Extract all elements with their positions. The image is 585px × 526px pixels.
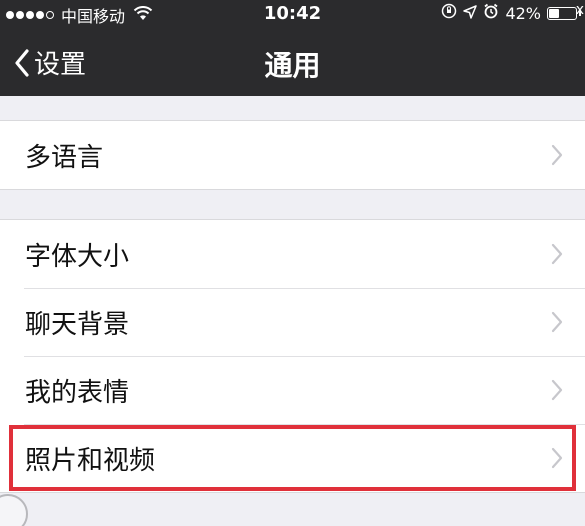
battery-level-fill xyxy=(549,8,559,18)
chevron-right-icon xyxy=(551,447,563,469)
edge-x-glyph: x xyxy=(575,2,584,18)
list-item-photos-videos[interactable]: 照片和视频 xyxy=(0,424,585,492)
list-item-label: 我的表情 xyxy=(25,377,130,408)
status-bar: 中国移动 10:42 42% x xyxy=(0,0,585,28)
battery-percent: 42% xyxy=(505,3,541,23)
page-title: 通用 xyxy=(264,49,321,82)
rotation-lock-icon xyxy=(441,3,457,23)
list-item-label: 多语言 xyxy=(25,142,104,173)
list-item-label: 聊天背景 xyxy=(25,309,130,340)
chevron-right-icon xyxy=(551,144,563,166)
chevron-right-icon xyxy=(551,311,563,333)
list-item-language[interactable]: 多语言 xyxy=(0,121,585,189)
chevron-right-icon xyxy=(551,243,563,265)
settings-group-display: 字体大小 聊天背景 我的表情 照片和视频 xyxy=(0,219,585,493)
status-right: 42% xyxy=(441,3,581,23)
list-item-my-stickers[interactable]: 我的表情 xyxy=(0,356,585,424)
battery-icon xyxy=(547,6,577,20)
list-item-label: 照片和视频 xyxy=(25,445,156,476)
assistive-touch-button[interactable] xyxy=(0,494,28,526)
location-arrow-icon xyxy=(463,4,478,23)
list-item-font-size[interactable]: 字体大小 xyxy=(0,220,585,288)
alarm-icon xyxy=(483,3,499,23)
list-item-label: 字体大小 xyxy=(25,241,130,272)
navigation-bar: 设置 通用 xyxy=(0,28,585,96)
settings-group-language: 多语言 xyxy=(0,120,585,190)
chevron-right-icon xyxy=(551,379,563,401)
list-item-chat-background[interactable]: 聊天背景 xyxy=(0,288,585,356)
app-root: 中国移动 10:42 42% x 设置 通用 多语言 字体大小 聊天背景 我的表… xyxy=(0,0,585,526)
